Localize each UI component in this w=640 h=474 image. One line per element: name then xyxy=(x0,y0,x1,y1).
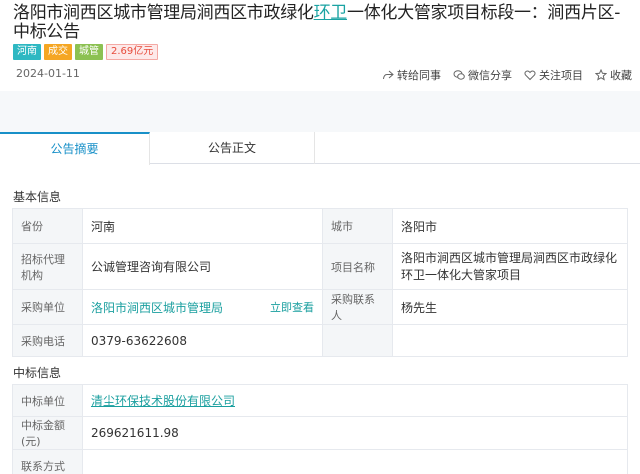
title-text: 洛阳市涧西区城市管理局涧西区市政绿化 xyxy=(13,3,314,23)
star-icon xyxy=(595,69,607,81)
heart-icon xyxy=(524,70,536,81)
city-value: 洛阳市 xyxy=(392,208,628,244)
winner-info-heading: 中标信息 xyxy=(13,366,62,380)
follow-project-label: 关注项目 xyxy=(539,69,583,82)
forward-label: 转给同事 xyxy=(397,69,441,82)
province-value: 河南 xyxy=(82,208,323,244)
phone-label: 采购电话 xyxy=(12,324,83,357)
tag-province: 河南 xyxy=(13,44,41,60)
tag-status: 成交 xyxy=(44,44,72,60)
table-row: 采购电话 0379-63622608 xyxy=(12,324,628,357)
check-now-link[interactable]: 立即查看 xyxy=(270,299,314,315)
wechat-icon xyxy=(453,70,465,80)
follow-project-button[interactable]: 关注项目 xyxy=(524,67,583,83)
table-row: 中标单位 清尘环保技术股份有限公司 xyxy=(12,384,628,417)
empty-value xyxy=(392,324,628,357)
project-name-label: 项目名称 xyxy=(322,243,393,290)
tab-bar: 公告摘要 公告正文 xyxy=(0,132,640,165)
table-row: 招标代理机构 公诚管理咨询有限公司 项目名称 洛阳市涧西区城市管理局涧西区市政绿… xyxy=(12,243,628,290)
tab-full-text[interactable]: 公告正文 xyxy=(150,132,315,164)
winner-unit-label: 中标单位 xyxy=(12,384,83,417)
province-label: 省份 xyxy=(12,208,83,244)
basic-info-heading: 基本信息 xyxy=(13,190,62,204)
wechat-share-button[interactable]: 微信分享 xyxy=(453,67,512,83)
winner-unit-cell: 清尘环保技术股份有限公司 xyxy=(82,384,628,417)
basic-info-table: 省份 河南 城市 洛阳市 招标代理机构 公诚管理咨询有限公司 项目名称 洛阳市涧… xyxy=(12,208,628,357)
contact-person-value: 杨先生 xyxy=(392,289,628,325)
title-keyword-highlight[interactable]: 环卫 xyxy=(314,3,348,23)
winner-amount-value: 269621611.98 xyxy=(82,416,628,450)
agency-label: 招标代理机构 xyxy=(12,243,83,290)
favorite-label: 收藏 xyxy=(610,69,632,82)
agency-value: 公诚管理咨询有限公司 xyxy=(82,243,323,290)
winner-contact-value xyxy=(82,449,628,474)
table-row: 联系方式 xyxy=(12,449,628,474)
page-title: 洛阳市涧西区城市管理局涧西区市政绿化环卫一体化大管家项目标段一：涧西片区-中标公… xyxy=(13,4,633,42)
favorite-button[interactable]: 收藏 xyxy=(595,67,632,83)
publish-date: 2024-01-11 xyxy=(16,67,80,80)
winner-amount-label: 中标金额(元) xyxy=(12,416,83,450)
contact-person-label: 采购联系人 xyxy=(322,289,393,325)
phone-value: 0379-63622608 xyxy=(82,324,323,357)
table-row: 中标金额(元) 269621611.98 xyxy=(12,416,628,450)
table-row: 省份 河南 城市 洛阳市 xyxy=(12,208,628,244)
tag-category: 城管 xyxy=(75,44,103,60)
share-arrow-icon xyxy=(383,70,394,80)
winner-unit-link[interactable]: 清尘环保技术股份有限公司 xyxy=(91,394,235,408)
table-row: 采购单位 洛阳市涧西区城市管理局 立即查看 采购联系人 杨先生 xyxy=(12,289,628,325)
winner-contact-label: 联系方式 xyxy=(12,449,83,474)
empty-label xyxy=(322,324,393,357)
header-band xyxy=(0,91,640,132)
forward-button[interactable]: 转给同事 xyxy=(382,67,441,83)
wechat-share-label: 微信分享 xyxy=(468,69,512,82)
project-name-value: 洛阳市涧西区城市管理局涧西区市政绿化环卫一体化大管家项目 xyxy=(392,243,628,290)
buyer-cell: 洛阳市涧西区城市管理局 立即查看 xyxy=(82,289,323,325)
buyer-link[interactable]: 洛阳市涧西区城市管理局 xyxy=(91,301,223,315)
tag-list: 河南 成交 城管 2.69亿元 xyxy=(13,44,159,60)
action-bar: 转给同事 微信分享 关注项目 收藏 xyxy=(382,67,632,83)
winner-info-table: 中标单位 清尘环保技术股份有限公司 中标金额(元) 269621611.98 联… xyxy=(12,384,628,474)
tab-summary[interactable]: 公告摘要 xyxy=(0,132,150,165)
city-label: 城市 xyxy=(322,208,393,244)
buyer-label: 采购单位 xyxy=(12,289,83,325)
tag-amount: 2.69亿元 xyxy=(106,44,159,60)
